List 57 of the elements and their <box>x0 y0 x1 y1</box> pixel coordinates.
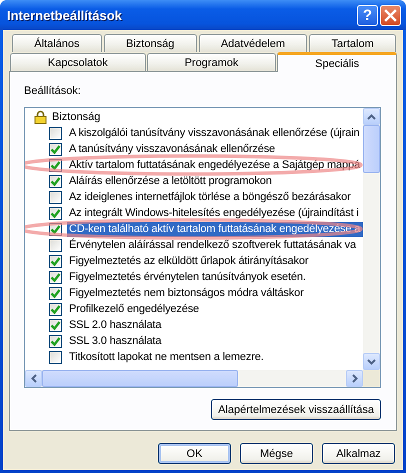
checkbox[interactable] <box>49 302 62 316</box>
setting-option[interactable]: Titkosított lapokat ne mentsen a lemezre. <box>67 350 266 364</box>
scrollbar-corner <box>363 370 380 387</box>
scroll-down-button[interactable] <box>363 353 380 370</box>
close-icon <box>384 8 397 22</box>
setting-option[interactable]: Az integrált Windows-hitelesítés engedélyezése (újraindítást i <box>67 206 361 220</box>
checkbox[interactable] <box>49 318 62 332</box>
tab[interactable]: Biztonság <box>104 34 197 52</box>
scroll-up-button[interactable] <box>363 108 380 125</box>
dialog-button[interactable]: Alkalmaz <box>322 443 395 464</box>
checkbox[interactable] <box>49 174 62 188</box>
setting-option[interactable]: Figyelmeztetés nem biztonságos módra váltáskor <box>67 286 306 300</box>
setting-option[interactable]: Profilkezelő engedélyezése <box>67 302 202 316</box>
scroll-thumb[interactable] <box>42 370 238 387</box>
checkbox[interactable] <box>49 126 62 140</box>
reset-button[interactable]: Alapértelmezések visszaállítása <box>211 399 381 420</box>
setting-option[interactable]: Érvénytelen aláírással rendelkező szoftverek futtatásának va <box>67 238 358 252</box>
tab[interactable]: Adatvédelem <box>198 34 308 52</box>
close-button[interactable] <box>380 4 401 26</box>
setting-option[interactable]: A tanúsítvány visszavonásának ellenőrzése <box>67 142 278 156</box>
caret-up-icon <box>367 114 376 120</box>
setting-option[interactable]: A kiszolgálói tanúsítvány visszavonásának ellenőrzése (újrain <box>67 126 362 140</box>
checkbox[interactable] <box>49 190 62 204</box>
lock-icon <box>34 110 47 124</box>
checkbox[interactable] <box>49 142 62 156</box>
scroll-left-button[interactable] <box>25 370 42 387</box>
dialog-button[interactable]: Mégse <box>240 443 313 464</box>
group-label: Biztonság <box>52 110 100 124</box>
tab[interactable]: Programok <box>146 53 276 71</box>
checkbox[interactable] <box>49 270 62 284</box>
checkbox[interactable] <box>49 254 62 268</box>
tab[interactable]: Általános <box>12 34 102 52</box>
horizontal-scrollbar[interactable] <box>25 370 380 387</box>
scroll-right-button[interactable] <box>346 370 363 387</box>
tab[interactable]: Speciális <box>277 52 398 72</box>
tab[interactable]: Tartalom <box>309 34 396 52</box>
setting-option[interactable]: SSL 3.0 használata <box>67 334 164 348</box>
checkbox[interactable] <box>49 206 62 220</box>
vertical-scrollbar[interactable] <box>363 108 380 370</box>
checkbox[interactable] <box>49 238 62 252</box>
setting-option[interactable]: Figyelmeztetés érvénytelen tanúsítványok esetén. <box>67 270 308 284</box>
setting-option[interactable]: Figyelmeztetés az elküldött űrlapok átirányításakor <box>67 254 310 268</box>
tab[interactable]: Kapcsolatok <box>10 53 146 71</box>
caret-left-icon <box>30 374 36 383</box>
setting-option[interactable]: Az ideiglenes internetfájlok törlése a böngésző bezárásakor <box>67 190 353 204</box>
settings-label: Beállítások: <box>24 84 82 98</box>
checkbox[interactable] <box>49 286 62 300</box>
help-button[interactable]: ? <box>357 4 378 26</box>
caret-down-icon <box>367 358 376 364</box>
caret-right-icon <box>352 374 358 383</box>
checkbox[interactable] <box>49 334 62 348</box>
checkbox[interactable] <box>49 350 62 364</box>
dialog-button[interactable]: OK <box>158 443 231 464</box>
scroll-thumb[interactable] <box>363 125 380 173</box>
window-title: Internetbeállítások <box>7 8 122 22</box>
setting-option[interactable]: Aláírás ellenőrzése a letöltött programokon <box>67 174 274 188</box>
setting-option[interactable]: SSL 2.0 használata <box>67 318 164 332</box>
